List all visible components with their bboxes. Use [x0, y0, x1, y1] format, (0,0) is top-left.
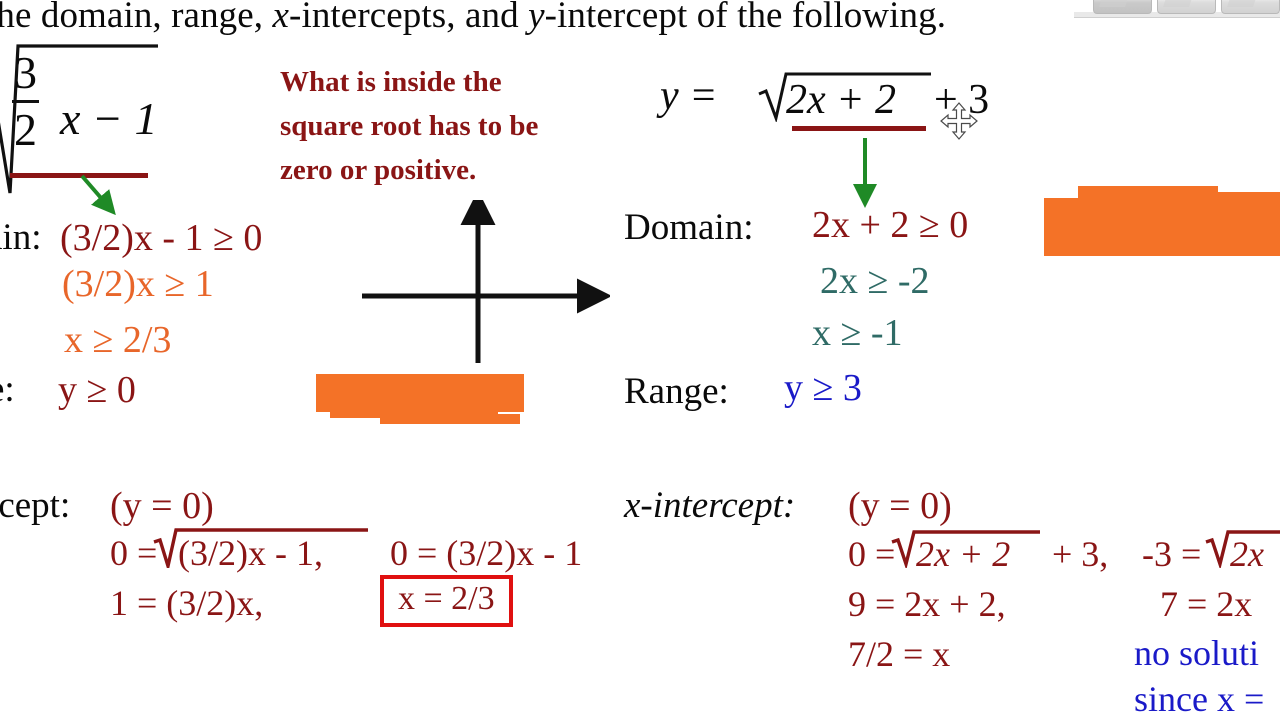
left-intercept-condition: (y = 0): [110, 485, 214, 527]
right-work-c1-tail: + 3,: [1052, 534, 1109, 574]
window-controls[interactable]: [1093, 0, 1280, 14]
left-intercept-label: rcept:: [0, 485, 71, 526]
callout-note: What is inside the square root has to be…: [280, 66, 539, 187]
fraction-bar: [12, 100, 39, 103]
left-domain-step-3: x ≥ 2/3: [64, 319, 172, 361]
green-arrow-left: [80, 174, 116, 216]
right-radicand: 2x + 2: [786, 77, 896, 123]
coordinate-axes: [362, 200, 610, 363]
right-intercept-label: x-intercept:: [624, 485, 796, 526]
button-sheen: [1227, 0, 1259, 7]
left-work-line-1: 0 =: [110, 533, 158, 573]
right-equation-lhs: y =: [660, 73, 718, 119]
right-radicand-underline: [792, 126, 926, 131]
title-mid: -intercepts, and: [289, 0, 529, 36]
button-sheen: [1163, 0, 1195, 7]
right-domain-step-1-text: 2x + 2 ≥ 0: [812, 204, 969, 246]
right-domain-label: Domain:: [624, 207, 754, 248]
button-sheen: [1099, 0, 1131, 7]
maximize-button[interactable]: [1157, 0, 1216, 14]
right-conclusion-line-2: since x =: [1134, 679, 1265, 719]
left-work-line-2: (3/2)x - 1,: [178, 533, 323, 573]
left-domain-step-1: (3/2)x - 1 ≥ 0: [60, 217, 263, 259]
left-domain-label: ain:: [0, 217, 42, 258]
right-work-c2-radicand: 2x: [1230, 534, 1264, 574]
right-conclusion-line-1: no soluti: [1134, 633, 1260, 673]
right-work-c1-line-2: 9 = 2x + 2,: [848, 584, 1006, 624]
title-y-var: y: [528, 0, 545, 36]
page-title: the domain, range, x-intercepts, and y-i…: [0, 0, 946, 37]
left-radicand: 3 2 x − 1: [10, 50, 157, 153]
right-work-c1-line-3: 7/2 = x: [848, 634, 951, 674]
right-intercept-condition: (y = 0): [848, 485, 952, 527]
green-arrow-right: [853, 138, 877, 208]
fraction-denominator: 2: [14, 104, 37, 155]
minimize-button[interactable]: [1093, 0, 1152, 14]
right-work-c2-line-1: -3 =: [1142, 534, 1202, 574]
slide-canvas: the domain, range, x-intercepts, and y-i…: [0, 0, 1280, 720]
right-work-c1-radicand: 2x + 2: [916, 534, 1011, 574]
fraction-three-halves: 3 2: [10, 50, 41, 153]
right-equation: y =: [660, 72, 717, 120]
left-radicand-rest: x − 1: [60, 93, 158, 144]
left-range-label: e:: [0, 369, 15, 410]
right-range-value: y ≥ 3: [784, 367, 862, 409]
right-domain-step-1: 2x + 2 ≥ 0: [812, 203, 968, 247]
right-range-label: Range:: [624, 371, 729, 412]
boxed-answer-left: x = 2/3: [380, 575, 513, 627]
close-button[interactable]: [1221, 0, 1280, 14]
title-x-var: x: [272, 0, 290, 36]
left-range-value: y ≥ 0: [58, 369, 136, 411]
title-post: -intercept of the following.: [544, 0, 947, 36]
move-cursor: [940, 102, 978, 140]
left-work-line-4: 1 = (3/2)x,: [110, 583, 264, 623]
right-work-c2-line-2: 7 = 2x: [1160, 584, 1253, 624]
right-work-c1-line-1: 0 =: [848, 534, 896, 574]
right-domain-step-2: 2x ≥ -2: [820, 260, 930, 302]
fraction-numerator: 3: [14, 47, 37, 98]
title-pre: the domain, range,: [0, 0, 273, 36]
left-work-line-3: 0 = (3/2)x - 1: [390, 533, 583, 573]
right-domain-step-3: x ≥ -1: [812, 312, 903, 354]
left-domain-step-2: (3/2)x ≥ 1: [62, 263, 214, 305]
